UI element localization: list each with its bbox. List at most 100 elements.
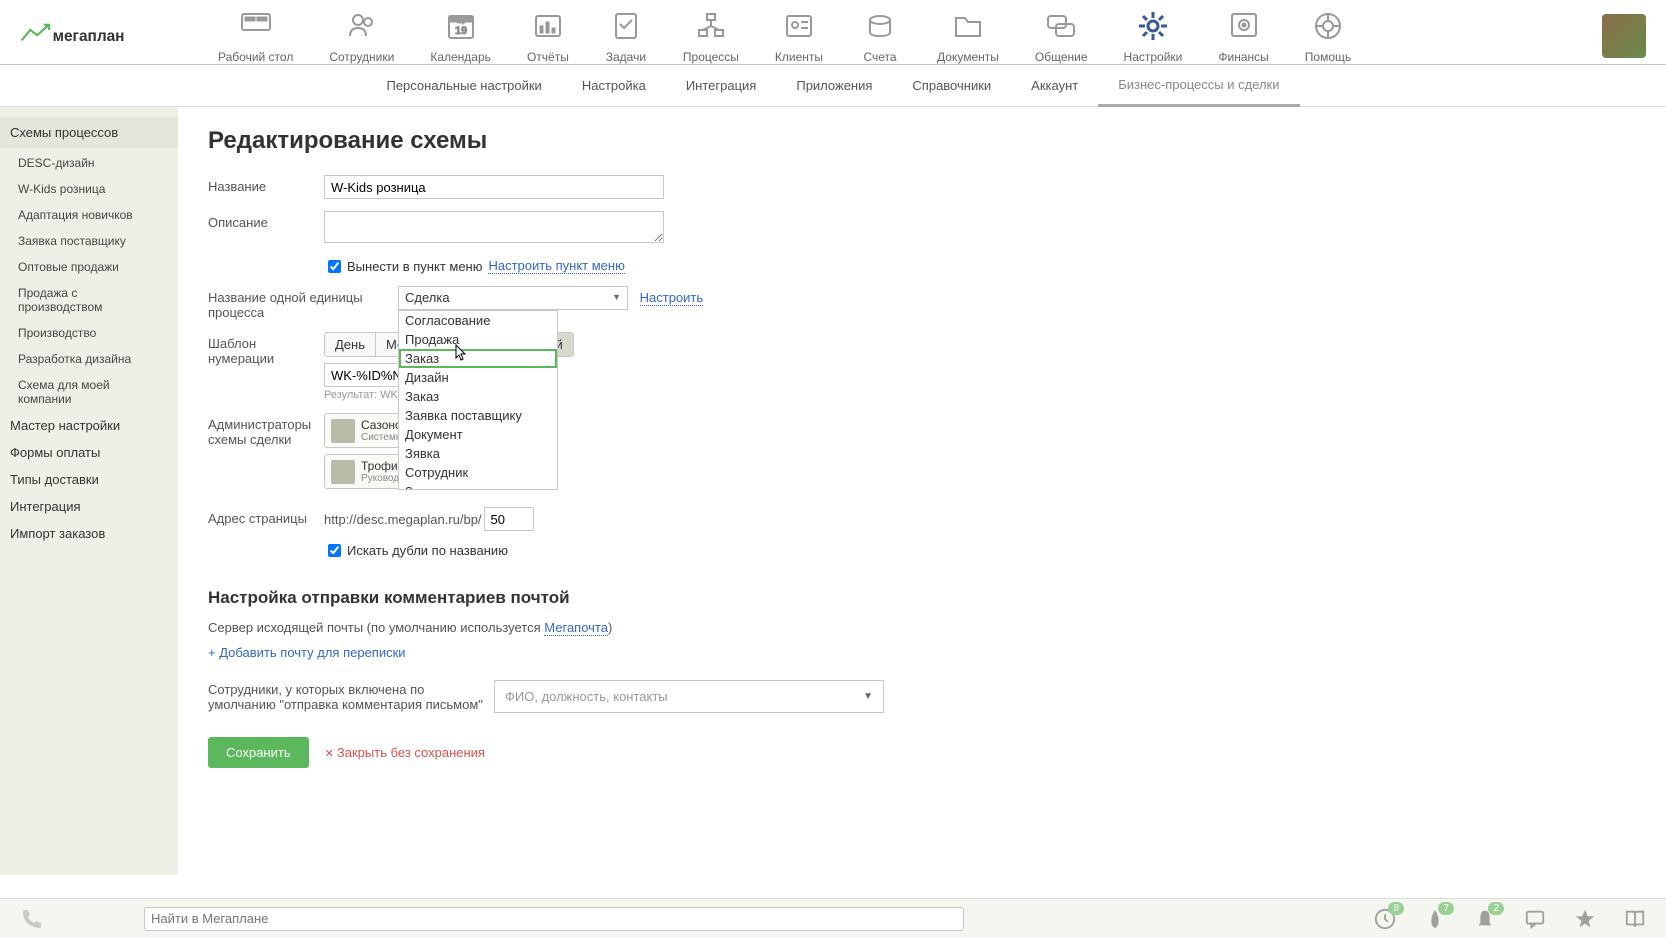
chart-icon — [527, 8, 569, 44]
tmpl-btn-day[interactable]: День — [325, 333, 376, 356]
sidebar-schema-1[interactable]: W-Kids розница — [0, 176, 178, 202]
svg-text:мегаплан: мегаплан — [53, 28, 125, 45]
nav-desktop[interactable]: Рабочий стол — [200, 8, 311, 64]
nav-calendar[interactable]: апр19Календарь — [412, 8, 509, 64]
flow-icon — [690, 8, 732, 44]
sidebar-schema-6[interactable]: Производство — [0, 320, 178, 346]
phone-icon[interactable] — [20, 907, 44, 931]
admin-avatar-1 — [331, 460, 355, 484]
footer-fire-icon[interactable]: 7 — [1424, 908, 1446, 930]
save-button[interactable]: Сохранить — [208, 737, 309, 768]
subnav-integration[interactable]: Интеграция — [666, 66, 777, 105]
desc-textarea[interactable] — [324, 211, 664, 243]
sidebar-schema-7[interactable]: Разработка дизайна — [0, 346, 178, 372]
nav-items: Рабочий стол Сотрудники апр19Календарь О… — [200, 8, 1602, 64]
sidebar-section-0[interactable]: Мастер настройки — [0, 412, 178, 439]
unit-opt-7[interactable]: Зявка — [399, 444, 557, 463]
unit-dropdown: Согласование Продажа Заказ Дизайн Заказ … — [398, 310, 558, 490]
menu-checkbox[interactable] — [328, 260, 341, 273]
sidebar-schema-3[interactable]: Заявка поставщику — [0, 228, 178, 254]
sidebar-section-1[interactable]: Формы оплаты — [0, 439, 178, 466]
nav-chat[interactable]: Общение — [1017, 8, 1106, 64]
sidebar-section-2[interactable]: Типы доставки — [0, 466, 178, 493]
unit-opt-4[interactable]: Заказ — [399, 387, 557, 406]
sidebar-schema-0[interactable]: DESC-дизайн — [0, 150, 178, 176]
unit-opt-9[interactable]: Занятие — [399, 482, 557, 490]
footer-bell-icon[interactable]: 2 — [1474, 908, 1496, 930]
unit-configure-link[interactable]: Настроить — [640, 290, 704, 306]
nav-help[interactable]: Помощь — [1287, 8, 1369, 64]
clients-icon — [778, 8, 820, 44]
dup-label: Искать дубли по названию — [347, 543, 508, 558]
numbering-label: Шаблон нумерации — [208, 332, 324, 366]
docs-icon — [947, 8, 989, 44]
sidebar: Схемы процессов DESC-дизайн W-Kids розни… — [0, 107, 178, 875]
footer-comment-icon[interactable] — [1524, 908, 1546, 930]
footer-clock-icon[interactable]: 8 — [1374, 908, 1396, 930]
unit-opt-6[interactable]: Документ — [399, 425, 557, 444]
nav-employees[interactable]: Сотрудники — [311, 8, 412, 64]
nav-processes[interactable]: Процессы — [665, 8, 757, 64]
nav-bills[interactable]: Счета — [841, 8, 919, 64]
subnav-dicts[interactable]: Справочники — [892, 66, 1011, 105]
subnav-account[interactable]: Аккаунт — [1011, 66, 1098, 105]
url-input[interactable] — [484, 507, 534, 531]
page-title: Редактирование схемы — [208, 127, 1636, 155]
cancel-button[interactable]: Закрыть без сохранения — [325, 745, 485, 760]
menu-checkbox-label: Вынести в пункт меню — [347, 259, 482, 274]
nav-tasks[interactable]: Задачи — [587, 8, 665, 64]
footer-bar: 8 7 2 — [0, 898, 1666, 938]
unit-select[interactable]: Сделка Согласование Продажа Заказ Дизайн… — [398, 286, 628, 310]
nav-finance[interactable]: Финансы — [1200, 8, 1286, 64]
help-icon — [1307, 8, 1349, 44]
logo[interactable]: мегаплан — [20, 21, 140, 51]
url-label: Адрес страницы — [208, 507, 324, 526]
sidebar-heading[interactable]: Схемы процессов — [0, 117, 178, 148]
user-avatar[interactable] — [1602, 14, 1646, 58]
footer-search[interactable] — [144, 907, 964, 931]
sidebar-schema-8[interactable]: Схема для моей компании — [0, 372, 178, 412]
tasks-icon — [605, 8, 647, 44]
main-layout: Схемы процессов DESC-дизайн W-Kids розни… — [0, 107, 1666, 875]
gear-icon — [1132, 8, 1174, 44]
subnav-bp[interactable]: Бизнес-процессы и сделки — [1098, 65, 1299, 107]
admin-avatar-0 — [331, 419, 355, 443]
sidebar-section-3[interactable]: Интеграция — [0, 493, 178, 520]
megamail-link[interactable]: Мегапочта — [544, 620, 608, 636]
unit-opt-3[interactable]: Дизайн — [399, 368, 557, 387]
subnav-personal[interactable]: Персональные настройки — [366, 66, 561, 105]
top-nav: мегаплан Рабочий стол Сотрудники апр19Ка… — [0, 0, 1666, 65]
nav-documents[interactable]: Документы — [919, 8, 1017, 64]
nav-reports[interactable]: Отчёты — [509, 8, 587, 64]
name-label: Название — [208, 175, 324, 194]
unit-opt-5[interactable]: Заявка поставщику — [399, 406, 557, 425]
desc-label: Описание — [208, 211, 324, 230]
sidebar-schema-5[interactable]: Продажа с производством — [0, 280, 178, 320]
configure-menu-link[interactable]: Настроить пункт меню — [488, 258, 624, 274]
sidebar-schema-4[interactable]: Оптовые продажи — [0, 254, 178, 280]
users-icon — [341, 8, 383, 44]
chat-icon — [1040, 8, 1082, 44]
dup-checkbox[interactable] — [328, 544, 341, 557]
subnav-setup[interactable]: Настройка — [562, 66, 666, 105]
footer-star-icon[interactable] — [1574, 908, 1596, 930]
svg-text:19: 19 — [454, 25, 466, 37]
employee-label: Сотрудники, у которых включена по умолча… — [208, 682, 494, 712]
employee-select[interactable]: ФИО, должность, контакты — [494, 680, 884, 713]
add-mail-link[interactable]: Добавить почту для переписки — [208, 645, 1636, 660]
nav-settings[interactable]: Настройки — [1106, 8, 1201, 64]
subnav-apps[interactable]: Приложения — [776, 66, 892, 105]
footer-book-icon[interactable] — [1624, 908, 1646, 930]
sub-nav: Персональные настройки Настройка Интегра… — [0, 65, 1666, 107]
unit-opt-1[interactable]: Продажа — [399, 330, 557, 349]
name-input[interactable] — [324, 175, 664, 199]
unit-opt-2[interactable]: Заказ — [399, 349, 557, 368]
sidebar-schema-2[interactable]: Адаптация новичков — [0, 202, 178, 228]
admin-label: Администраторы схемы сделки — [208, 413, 324, 447]
unit-opt-8[interactable]: Сотрудник — [399, 463, 557, 482]
url-prefix: http://desc.megaplan.ru/bp/ — [324, 512, 482, 527]
mail-server-text: Сервер исходящей почты (по умолчанию исп… — [208, 620, 1636, 635]
nav-clients[interactable]: Клиенты — [757, 8, 841, 64]
unit-opt-0[interactable]: Согласование — [399, 311, 557, 330]
sidebar-section-4[interactable]: Импорт заказов — [0, 520, 178, 547]
